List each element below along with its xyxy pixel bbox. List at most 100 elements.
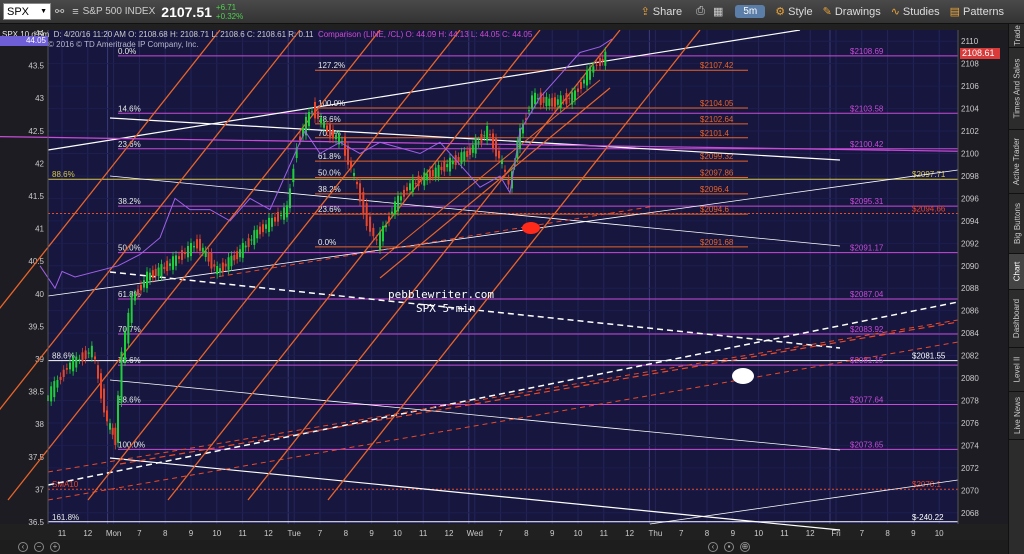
scroll-start-icon[interactable]: ‹: [708, 542, 718, 552]
candle-body: [262, 224, 264, 233]
x-tick-label: Thu: [649, 529, 663, 538]
candle-body: [362, 192, 365, 215]
candle-body: [247, 238, 250, 248]
list-icon[interactable]: ≡: [72, 6, 78, 18]
patterns-button[interactable]: ▤ Patterns: [950, 5, 1004, 19]
x-tick-label: 9: [189, 529, 194, 538]
candle-body: [187, 246, 189, 258]
x-tick-label: 11: [238, 529, 247, 538]
candle-body: [431, 169, 434, 177]
x-tick-label: 7: [860, 529, 865, 538]
x-tick-label: 10: [935, 529, 944, 538]
candle-body: [469, 147, 471, 155]
link-icon[interactable]: ⚯: [55, 5, 64, 18]
candle-body: [379, 231, 381, 250]
zoom-out-icon[interactable]: −: [34, 542, 44, 552]
side-tab-level-ii[interactable]: Level II: [1009, 348, 1024, 392]
price-chart[interactable]: 11 12 Mon 7 8 9 10 11 12 Tue 7 8 9 10 11 12 Wed 7 8 9 10 11 12…: [0, 30, 1008, 554]
side-tab-active-trader[interactable]: Active Trader: [1009, 130, 1024, 194]
fib-price-label: $2073.65: [850, 440, 884, 449]
studies-button[interactable]: ∿ Studies: [890, 5, 940, 19]
print-icon[interactable]: ⎙: [696, 5, 705, 18]
y-tick-label: 2100: [961, 150, 979, 159]
candle-body: [163, 266, 166, 270]
pencil-icon: ✎: [822, 6, 832, 18]
studies-icon: ∿: [890, 6, 900, 18]
candle-body: [568, 97, 571, 100]
side-tab-trade[interactable]: Trade: [1009, 24, 1024, 48]
current-price-tag: 2108.61: [960, 48, 1000, 59]
candle-body: [446, 164, 449, 168]
patterns-label: Patterns: [963, 5, 1004, 18]
candle-body: [169, 263, 171, 266]
x-tick-label: 8: [344, 529, 349, 538]
side-tab-chart[interactable]: Chart: [1009, 254, 1024, 290]
candle-body: [210, 252, 213, 269]
side-tab-live-news[interactable]: Live News: [1009, 392, 1024, 440]
fit-icon[interactable]: ⊕: [740, 542, 750, 552]
candle-body: [94, 356, 96, 360]
candle-body: [137, 289, 139, 296]
candle-body: [233, 255, 236, 261]
scroll-left-icon[interactable]: ‹: [18, 542, 28, 552]
chevron-down-icon: ▼: [40, 8, 47, 15]
candle-body: [323, 121, 325, 128]
candle-body: [308, 112, 310, 127]
fib-price-label: $2102.64: [700, 115, 734, 124]
side-tab-big-buttons[interactable]: Big Buttons: [1009, 194, 1024, 254]
grid-icon[interactable]: ▦: [713, 5, 723, 18]
fib-percent-label: 88.6%: [52, 352, 75, 361]
candle-body: [385, 225, 387, 228]
candle-body: [274, 217, 276, 222]
candle-body: [559, 95, 562, 108]
candle-body: [56, 379, 59, 388]
price-change: +6.71 +0.32%: [216, 3, 243, 21]
candle-body: [417, 175, 420, 187]
candle-body: [207, 252, 210, 262]
fib-percent-label: 50.0%: [318, 169, 341, 178]
candle-body: [483, 135, 486, 137]
y-tick-label: 2088: [961, 284, 979, 293]
y-tick-label: 2068: [961, 509, 979, 518]
y-tick-label: 2102: [961, 127, 979, 136]
candle-body: [236, 251, 239, 260]
candle-body: [72, 357, 75, 372]
share-button[interactable]: ⇪ Share: [641, 5, 683, 19]
y-tick-label: 2104: [961, 105, 979, 114]
y-tick-label: 2094: [961, 217, 979, 226]
fib-percent-label: 0.0%: [318, 238, 336, 247]
left-y-tick-label: 39.5: [28, 322, 44, 331]
left-axis-price-tag: 44.05: [0, 36, 48, 46]
candle-body: [280, 215, 282, 217]
annotation-site: pebblewriter.com: [388, 288, 494, 301]
candle-body: [554, 97, 556, 107]
y-tick-label: 2086: [961, 307, 979, 316]
candle-body: [471, 145, 474, 153]
side-tab-label: Level II: [1012, 356, 1022, 383]
side-tab-times-and-sales[interactable]: Times And Sales: [1009, 48, 1024, 130]
candle-body: [347, 145, 349, 165]
fib-percent-label: 127.2%: [318, 61, 345, 70]
candle-body: [230, 255, 233, 267]
x-tick-label: 8: [705, 529, 710, 538]
drawings-button[interactable]: ✎ Drawings: [822, 5, 881, 19]
candle-body: [562, 99, 565, 101]
left-y-tick-label: 41.5: [28, 192, 44, 201]
symbol-input[interactable]: SPX ▼: [3, 3, 51, 20]
left-y-tick-label: 42: [35, 159, 44, 168]
candle-body: [332, 129, 334, 139]
chart-area[interactable]: 11 12 Mon 7 8 9 10 11 12 Tue 7 8 9 10 11 12 Wed 7 8 9 10 11 12…: [0, 30, 1008, 554]
side-tab-dashboard[interactable]: Dashboard: [1009, 290, 1024, 348]
x-tick-label: Mon: [106, 529, 122, 538]
candle-body: [601, 58, 604, 62]
x-tick-label: 9: [731, 529, 736, 538]
pan-icon[interactable]: ▪: [724, 542, 734, 552]
style-button[interactable]: ⚙ Style: [775, 5, 813, 19]
candle-body: [241, 242, 244, 258]
candle-body: [353, 172, 355, 176]
style-label: Style: [788, 5, 813, 18]
candle-body: [411, 178, 414, 193]
timeframe-button[interactable]: 5m: [735, 5, 766, 18]
zoom-in-icon[interactable]: +: [50, 542, 60, 552]
left-y-tick-label: 41: [35, 225, 44, 234]
